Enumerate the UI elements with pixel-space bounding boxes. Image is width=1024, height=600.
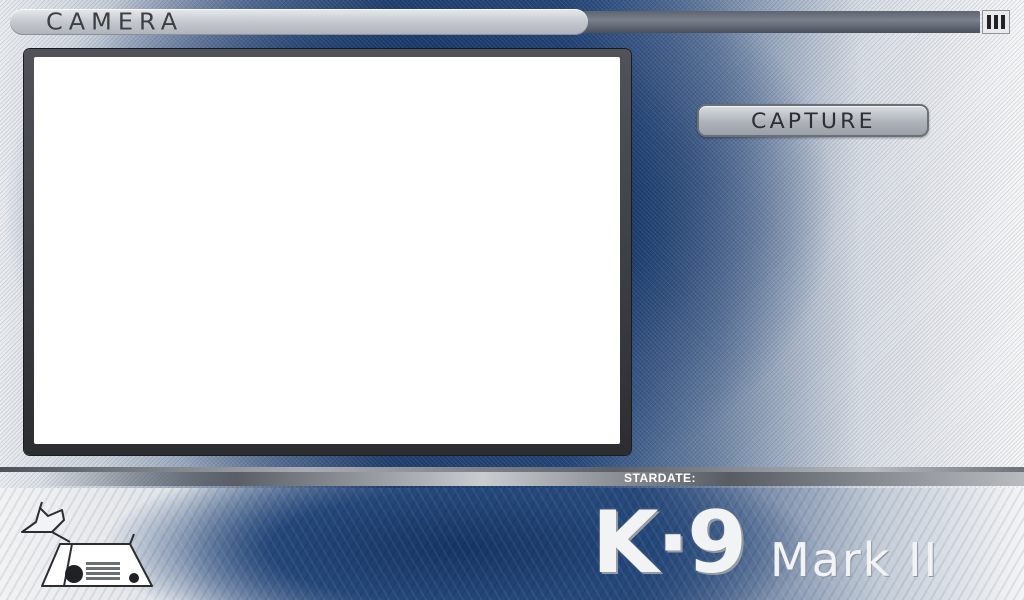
title-pill: CAMERA <box>10 9 588 35</box>
stardate-bar <box>40 472 1024 486</box>
menu-bar <box>994 15 998 29</box>
menu-bars-icon[interactable] <box>982 10 1010 34</box>
capture-button[interactable]: CAPTURE <box>697 104 929 137</box>
stardate-label: STARDATE: <box>624 471 697 485</box>
capture-button-label: CAPTURE <box>750 108 876 133</box>
menu-bar <box>987 15 991 29</box>
k9-robot-dog-icon <box>21 501 153 587</box>
menu-bar <box>1001 15 1005 29</box>
camera-frame <box>24 49 631 455</box>
logo-mark-ii: Mark II <box>770 533 940 587</box>
logo-k9: K·9 <box>592 493 747 593</box>
page-title: CAMERA <box>46 8 184 36</box>
camera-preview[interactable] <box>34 57 620 444</box>
title-bar: CAMERA <box>10 9 1014 35</box>
title-strip <box>570 11 980 33</box>
app-screen: CAMERA CAPTURE STARDATE: K·9 Mark II <box>0 0 1024 600</box>
